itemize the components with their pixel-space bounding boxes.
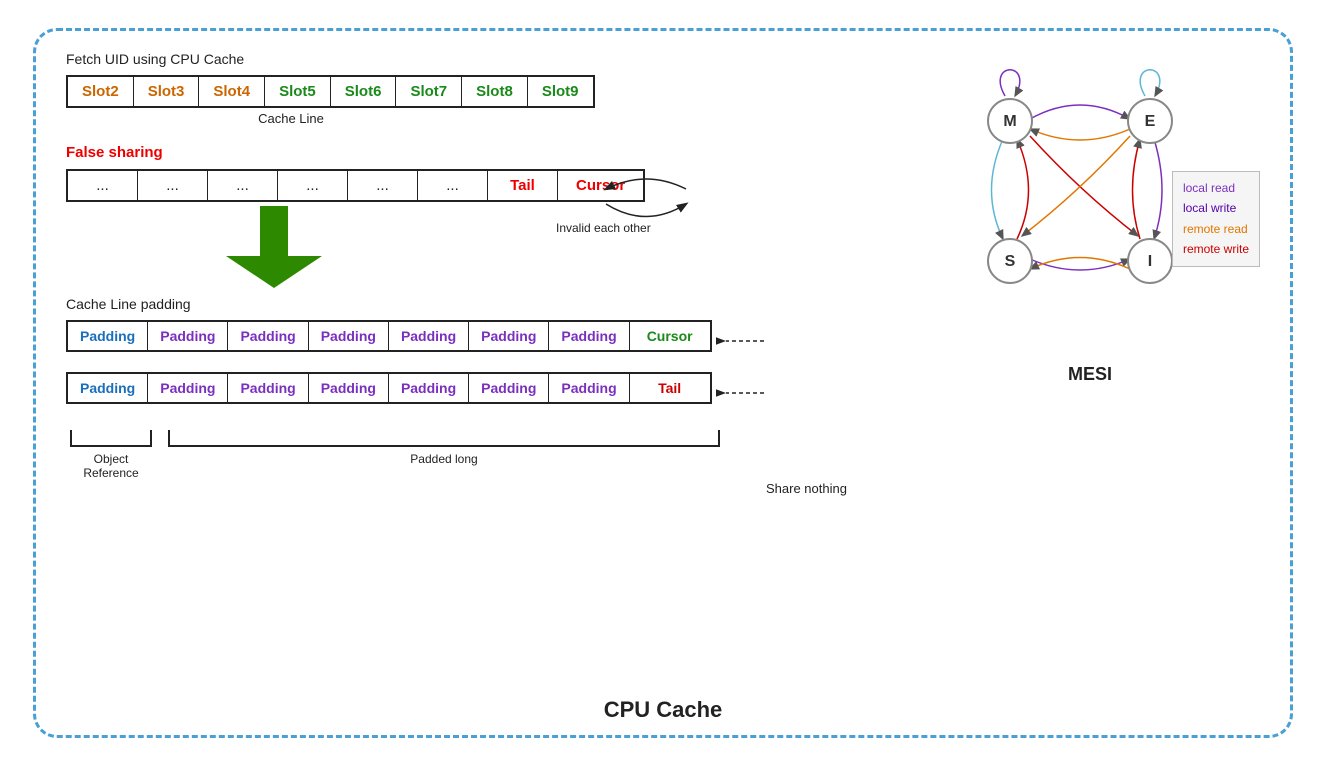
slot6: Slot6 <box>331 77 397 106</box>
cache-line-label: Cache Line <box>66 111 516 126</box>
pad-purple-5: Padding <box>469 322 549 350</box>
svg-text:M: M <box>1003 113 1016 130</box>
svg-text:I: I <box>1148 253 1152 270</box>
cache-line-padding-title: Cache Line padding <box>66 296 886 312</box>
obj-ref-brace: Object Reference <box>66 428 156 480</box>
cursor-arrow-svg <box>716 326 766 356</box>
pad-tail: Tail <box>630 374 710 402</box>
pad-purple-10: Padding <box>389 374 469 402</box>
slot8: Slot8 <box>462 77 528 106</box>
green-arrow-area <box>66 202 886 292</box>
share-nothing-label: Share nothing <box>766 481 847 496</box>
fs-cell-3: ... <box>208 171 278 200</box>
padding-row-cursor: Padding Padding Padding Padding Padding … <box>66 320 712 352</box>
padded-long-brace: Padded long <box>164 428 724 466</box>
slot7: Slot7 <box>396 77 462 106</box>
pad-purple-12: Padding <box>549 374 629 402</box>
pad-purple-8: Padding <box>228 374 308 402</box>
padding-row-tail: Padding Padding Padding Padding Padding … <box>66 372 712 404</box>
pad-purple-7: Padding <box>148 374 228 402</box>
slot2: Slot2 <box>68 77 134 106</box>
legend-box: local read local write remote read remot… <box>1172 171 1260 267</box>
obj-ref-brace-svg <box>66 428 156 450</box>
pad-purple-2: Padding <box>228 322 308 350</box>
pad-blue-1: Padding <box>68 322 148 350</box>
legend-remote-write: remote write <box>1183 239 1249 259</box>
slot4: Slot4 <box>199 77 265 106</box>
pad-purple-4: Padding <box>389 322 469 350</box>
svg-text:S: S <box>1005 253 1016 270</box>
fs-cell-4: ... <box>278 171 348 200</box>
padded-long-brace-svg <box>164 428 724 450</box>
pad-purple-1: Padding <box>148 322 228 350</box>
mesi-area: M E S I local read local write remote re… <box>910 51 1270 431</box>
fs-cell-5: ... <box>348 171 418 200</box>
left-area: Fetch UID using CPU Cache Slot2 Slot3 Sl… <box>66 51 886 480</box>
pad-blue-2: Padding <box>68 374 148 402</box>
green-arrow <box>226 206 322 288</box>
pad-purple-6: Padding <box>549 322 629 350</box>
legend-local-write: local write <box>1183 198 1249 218</box>
pad-purple-3: Padding <box>309 322 389 350</box>
slot9: Slot9 <box>528 77 593 106</box>
legend-local-read: local read <box>1183 178 1249 198</box>
pad-purple-9: Padding <box>309 374 389 402</box>
brace-area: Object Reference Padded long <box>66 428 726 480</box>
legend-remote-read: remote read <box>1183 219 1249 239</box>
svg-text:E: E <box>1145 113 1156 130</box>
fetch-uid-title: Fetch UID using CPU Cache <box>66 51 886 67</box>
fs-cell-6: ... <box>418 171 488 200</box>
padded-long-label: Padded long <box>410 452 477 466</box>
outer-container: Fetch UID using CPU Cache Slot2 Slot3 Sl… <box>33 28 1293 738</box>
outer-container-label: CPU Cache <box>604 697 723 723</box>
fs-cell-1: ... <box>68 171 138 200</box>
cache-line-row: Slot2 Slot3 Slot4 Slot5 Slot6 Slot7 Slot… <box>66 75 595 108</box>
fs-cell-2: ... <box>138 171 208 200</box>
pad-cursor: Cursor <box>630 322 710 350</box>
obj-ref-label: Object Reference <box>66 452 156 480</box>
pad-purple-11: Padding <box>469 374 549 402</box>
slot5: Slot5 <box>265 77 331 106</box>
mesi-title: MESI <box>910 364 1270 385</box>
slot3: Slot3 <box>134 77 200 106</box>
tail-arrow-svg <box>716 378 766 408</box>
